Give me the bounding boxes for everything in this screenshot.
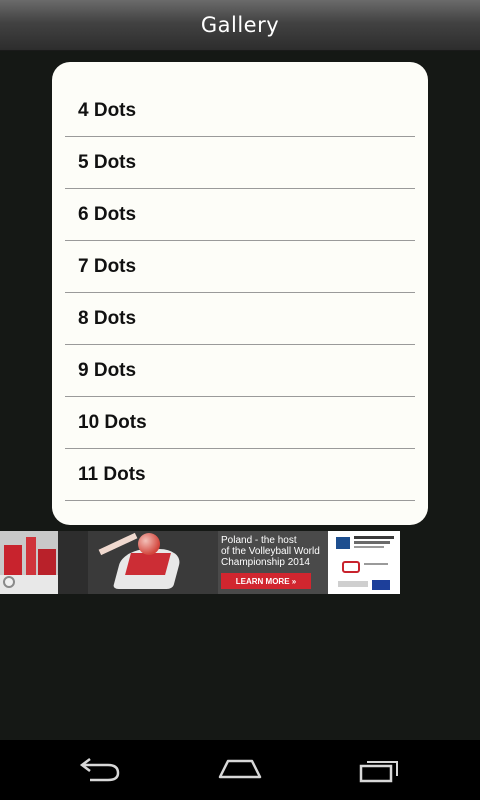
ad-badge-icon — [3, 576, 15, 588]
ad-volleyball-player-image — [58, 531, 218, 594]
learn-more-button[interactable]: LEARN MORE » — [221, 573, 311, 589]
ad-line-2: of the Volleyball World — [221, 546, 320, 557]
list-item-9-dots[interactable]: 9 Dots — [65, 345, 415, 397]
recent-apps-button[interactable] — [330, 740, 430, 800]
sponsor-logo — [342, 561, 360, 573]
list-item-8-dots[interactable]: 8 Dots — [65, 293, 415, 345]
title-bar: Gallery — [0, 0, 480, 51]
ad-line-3: Championship 2014 — [221, 557, 310, 568]
list-item-7-dots[interactable]: 7 Dots — [65, 241, 415, 293]
list-item-label: 7 Dots — [78, 255, 137, 277]
back-button[interactable] — [50, 740, 150, 800]
list-item-6-dots[interactable]: 6 Dots — [65, 189, 415, 241]
list-item-10-dots[interactable]: 10 Dots — [65, 397, 415, 449]
recent-apps-icon — [359, 761, 398, 783]
ad-sponsor-logos — [328, 531, 400, 594]
list-item-label: 4 Dots — [78, 99, 137, 121]
home-icon — [218, 759, 262, 779]
list-item-4-dots[interactable]: 4 Dots — [65, 85, 415, 137]
ad-text: Poland - the host of the Volleyball Worl… — [218, 531, 328, 594]
system-navigation-bar — [0, 740, 480, 800]
volleyball-icon — [138, 533, 160, 555]
back-arrow-icon — [79, 758, 120, 782]
eu-flag-icon — [372, 580, 390, 590]
list-item-label: 8 Dots — [78, 307, 137, 329]
app-screen: Gallery 4 Dots 5 Dots 6 Dots 7 Dots 8 Do… — [0, 0, 480, 800]
ad-banner[interactable]: Poland - the host of the Volleyball Worl… — [0, 531, 400, 594]
home-button[interactable] — [190, 740, 290, 800]
innovative-economy-logo — [336, 537, 350, 549]
ad-line-1: Poland - the host — [221, 535, 297, 546]
page-title: Gallery — [200, 13, 280, 37]
ad-city-illustration — [0, 531, 58, 594]
list-item-label: 10 Dots — [78, 411, 147, 433]
list-item-label: 5 Dots — [78, 151, 137, 173]
list-item-11-dots[interactable]: 11 Dots — [65, 449, 415, 501]
list-item-label: 6 Dots — [78, 203, 137, 225]
list-item-label: 9 Dots — [78, 359, 137, 381]
list-item-5-dots[interactable]: 5 Dots — [65, 137, 415, 189]
list-item-label: 11 Dots — [78, 463, 146, 485]
dots-list: 4 Dots 5 Dots 6 Dots 7 Dots 8 Dots 9 Dot… — [52, 62, 428, 525]
